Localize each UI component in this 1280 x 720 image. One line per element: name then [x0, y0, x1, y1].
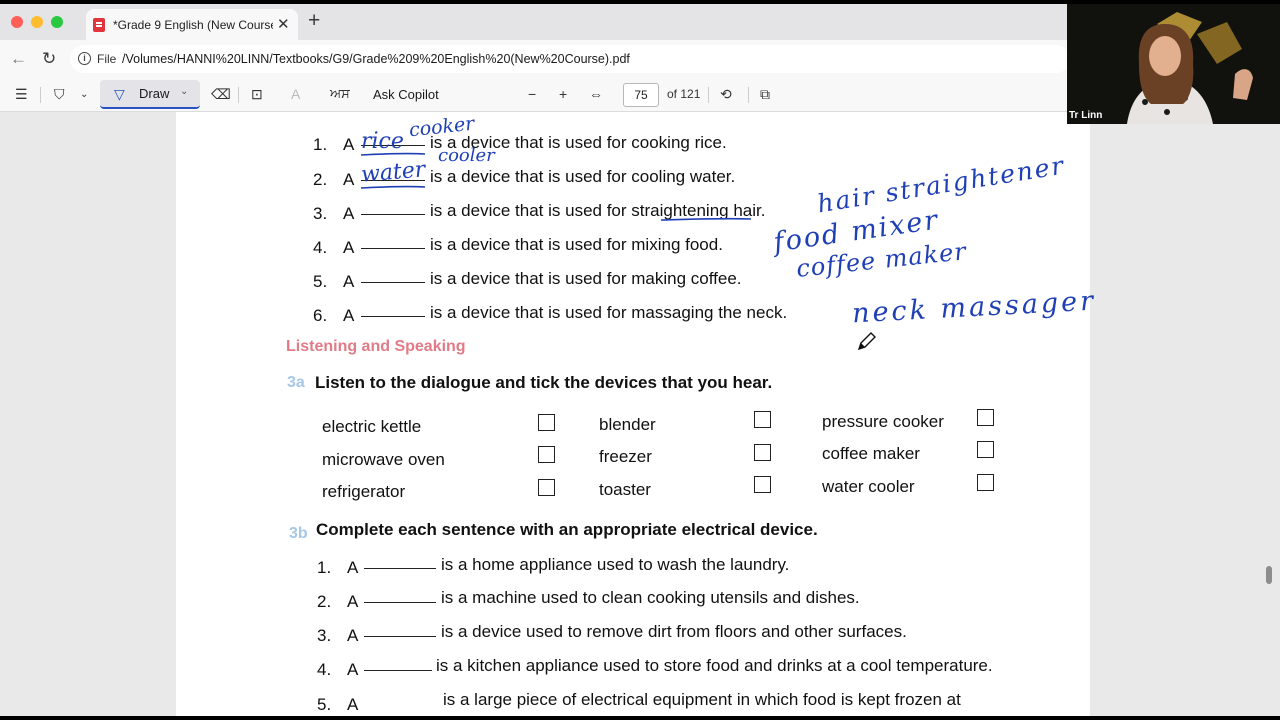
draw-label: Draw: [139, 86, 170, 101]
highlight-icon[interactable]: ⛉: [54, 86, 65, 103]
url-field[interactable]: i File /Volumes/HANNI%20LINN/Textbooks/G…: [70, 45, 1070, 73]
info-icon[interactable]: i: [78, 52, 91, 65]
text-format-icon[interactable]: A: [291, 86, 300, 102]
divider: [748, 87, 749, 103]
ink-underline: [660, 217, 752, 221]
back-arrow-icon[interactable]: ←: [10, 49, 27, 69]
maximize-window-button[interactable]: [51, 16, 63, 28]
presenter-video: [1067, 4, 1280, 124]
url-text[interactable]: /Volumes/HANNI%20LINN/Textbooks/G9/Grade…: [122, 52, 630, 66]
ink-underline: [360, 185, 426, 189]
zoom-in-button[interactable]: +: [559, 86, 567, 102]
draw-button[interactable]: ▽ Draw ⌄: [100, 80, 200, 109]
close-tab-icon[interactable]: ✕: [277, 15, 290, 33]
pdf-page[interactable]: 1. A is a device that is used for cookin…: [176, 112, 1097, 716]
vertical-scrollbar[interactable]: [1266, 566, 1272, 584]
pen-cursor-icon: [857, 332, 876, 351]
divider: [40, 87, 41, 103]
page-number-input[interactable]: 75: [623, 83, 659, 107]
reload-icon[interactable]: ↻: [42, 49, 56, 69]
new-tab-button[interactable]: +: [308, 10, 320, 32]
participant-name: Tr Linn: [1069, 110, 1103, 121]
close-window-button[interactable]: [11, 16, 23, 28]
tab-pdf-document[interactable]: *Grade 9 English (New Course). ✕: [86, 9, 298, 40]
ask-copilot-button[interactable]: Ask Copilot: [373, 87, 439, 102]
tab-title: *Grade 9 English (New Course).: [113, 18, 273, 32]
text-box-icon[interactable]: ⊡: [251, 86, 263, 103]
page-total: of 121: [667, 87, 701, 101]
url-scheme: File: [97, 52, 117, 66]
pdf-file-icon: [93, 18, 105, 32]
pen-icon: ▽: [114, 86, 125, 102]
page-view-icon[interactable]: ⧉: [760, 86, 770, 103]
ink-strokes: [360, 152, 752, 221]
divider: [238, 87, 239, 103]
fit-width-icon[interactable]: ⇔: [589, 86, 603, 102]
chevron-down-icon[interactable]: ⌄: [80, 89, 88, 100]
read-aloud-icon[interactable]: ਅਸ: [330, 86, 350, 102]
pdf-viewer[interactable]: 1. A is a device that is used for cookin…: [0, 112, 1280, 716]
minimize-window-button[interactable]: [31, 16, 43, 28]
rotate-icon[interactable]: ⟲: [720, 86, 732, 103]
divider: [708, 87, 709, 103]
eraser-icon[interactable]: ⌫: [211, 86, 231, 103]
zoom-out-button[interactable]: −: [528, 86, 536, 102]
contents-list-icon[interactable]: ☰: [15, 86, 28, 103]
ink-underline: [360, 152, 426, 156]
chevron-down-icon[interactable]: ⌄: [180, 86, 188, 97]
webcam-overlay: Tr Linn: [1067, 4, 1280, 124]
